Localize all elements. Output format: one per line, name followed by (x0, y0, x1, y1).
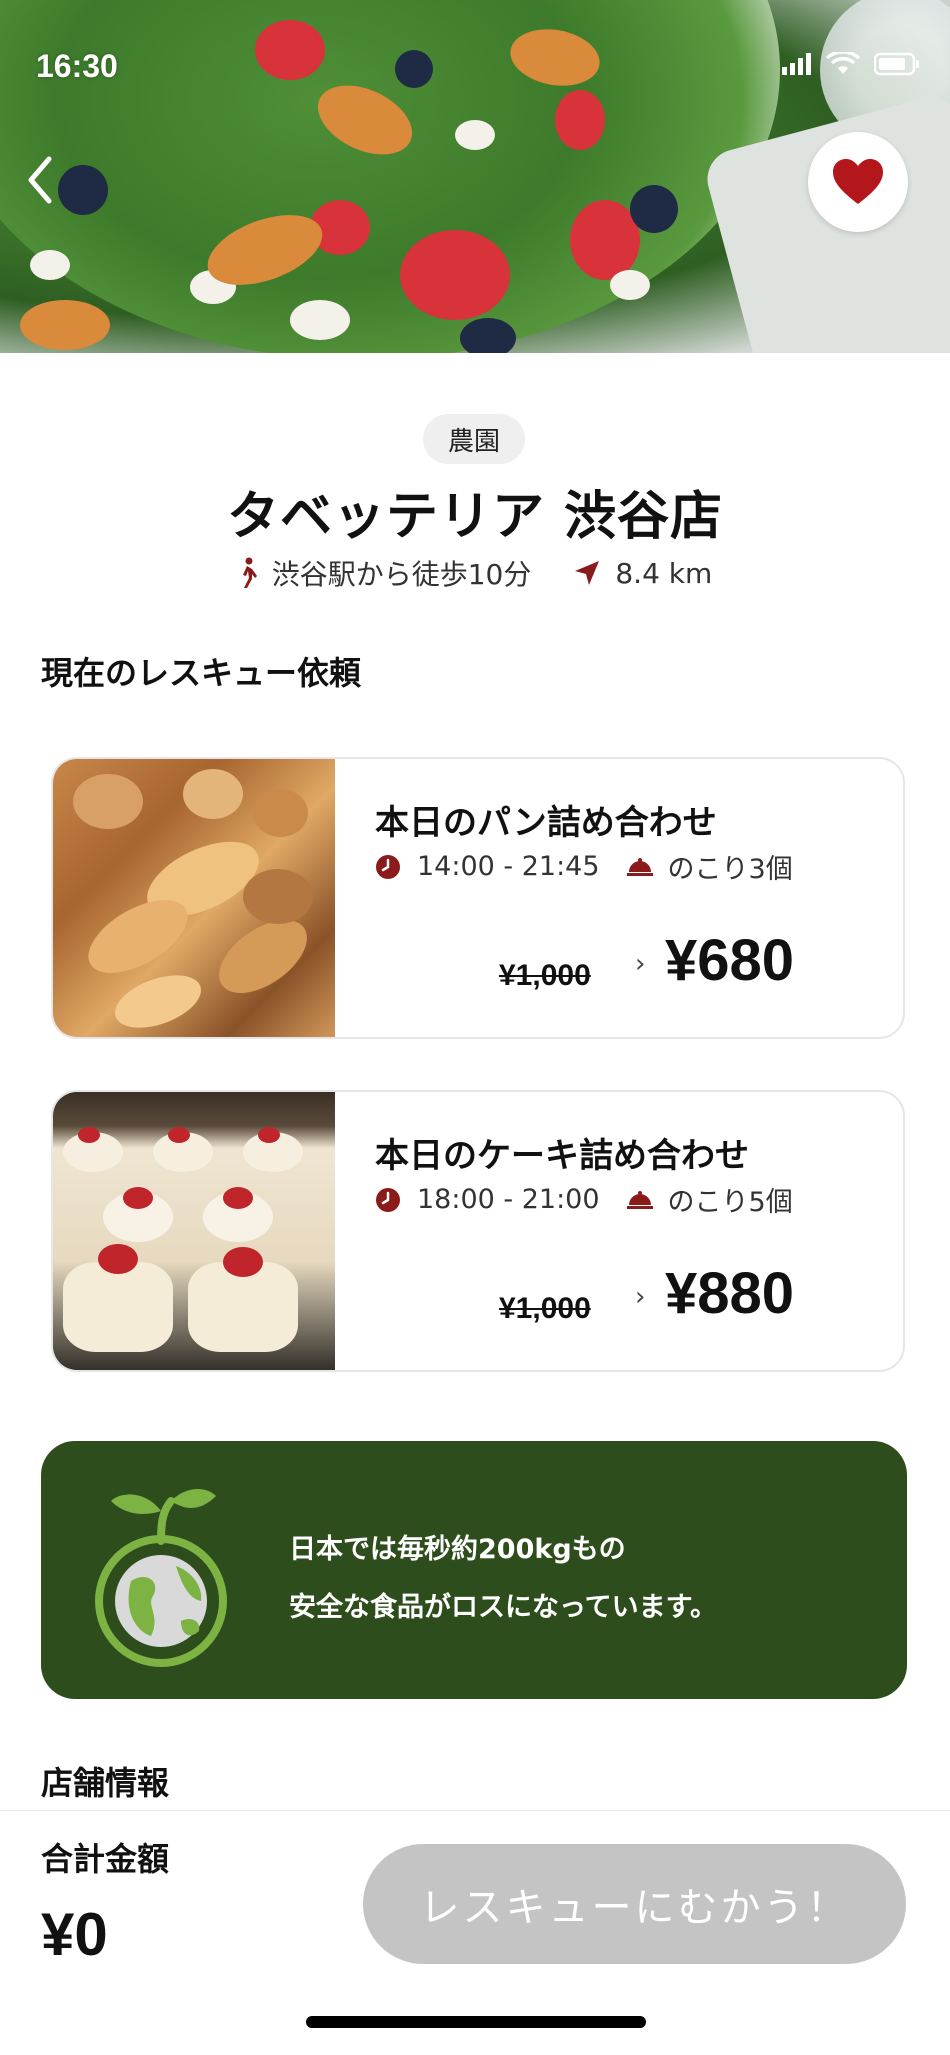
offer-time: 18:00 - 21:00 (417, 1184, 600, 1215)
offer-card-cake[interactable]: 本日のケーキ詰め合わせ 18:00 - 21:00 のこり5個 ¥1,000 ›… (51, 1090, 905, 1372)
banner-line-1: 日本では毎秒約200kgもの (289, 1534, 626, 1565)
location-arrow-icon (575, 561, 600, 585)
original-price: ¥1,000 (499, 959, 591, 992)
status-time: 16:30 (36, 48, 118, 84)
clock-icon (376, 1187, 400, 1212)
cloche-icon (626, 857, 653, 876)
category-tag: 農園 (423, 414, 525, 464)
battery-icon (874, 52, 919, 76)
offer-info: 14:00 - 21:45 のこり3個 (375, 847, 793, 886)
walking-icon (242, 557, 257, 588)
rescue-button[interactable]: レスキューにむかう！ (363, 1844, 906, 1964)
store-info-heading: 店舗情報 (41, 1764, 170, 1802)
offer-price: ¥880 (665, 1261, 795, 1326)
signal-icon (782, 53, 811, 75)
original-price: ¥1,000 (499, 1292, 591, 1325)
price-arrow: › (635, 949, 646, 979)
clock-icon (376, 854, 400, 879)
offer-title: 本日のパン詰め合わせ (375, 803, 717, 843)
offer-card-bread[interactable]: 本日のパン詰め合わせ 14:00 - 21:45 のこり3個 ¥1,000 › … (51, 757, 905, 1039)
banner-line-2: 安全な食品がロスになっています。 (289, 1592, 717, 1623)
walk-info: 渋谷駅から徒歩10分 (238, 553, 532, 593)
food-loss-banner: 日本では毎秒約200kgもの 安全な食品がロスになっています。 (41, 1441, 907, 1699)
offer-remaining: のこり5個 (667, 1187, 793, 1218)
price-arrow: › (635, 1282, 646, 1312)
total-label: 合計金額 (41, 1840, 170, 1878)
offer-remaining: のこり3個 (667, 854, 793, 885)
cake-image (53, 1092, 335, 1370)
offer-price: ¥680 (665, 928, 795, 993)
walk-info-text: 渋谷駅から徒歩10分 (271, 558, 532, 591)
wifi-icon (826, 52, 860, 74)
favorite-button[interactable] (808, 132, 908, 232)
distance-info: 8.4 km (573, 557, 712, 590)
home-indicator[interactable] (306, 2016, 646, 2028)
total-value: ¥0 (41, 1901, 108, 1968)
offer-time: 14:00 - 21:45 (417, 851, 600, 882)
cloche-icon (626, 1190, 653, 1209)
current-requests-heading: 現在のレスキュー依頼 (41, 654, 362, 692)
sprout-globe-icon (95, 1489, 227, 1667)
distance-text: 8.4 km (615, 556, 713, 590)
bread-image (53, 759, 335, 1037)
status-icons (782, 52, 920, 76)
offer-info: 18:00 - 21:00 のこり5個 (375, 1180, 793, 1219)
offer-title: 本日のケーキ詰め合わせ (375, 1136, 749, 1176)
chevron-left-icon (28, 156, 52, 204)
store-name: タベッテリア 渋谷店 (226, 487, 724, 547)
heart-icon (833, 159, 883, 204)
back-button[interactable] (18, 152, 62, 208)
store-meta: 渋谷駅から徒歩10分 8.4 km (0, 553, 950, 593)
